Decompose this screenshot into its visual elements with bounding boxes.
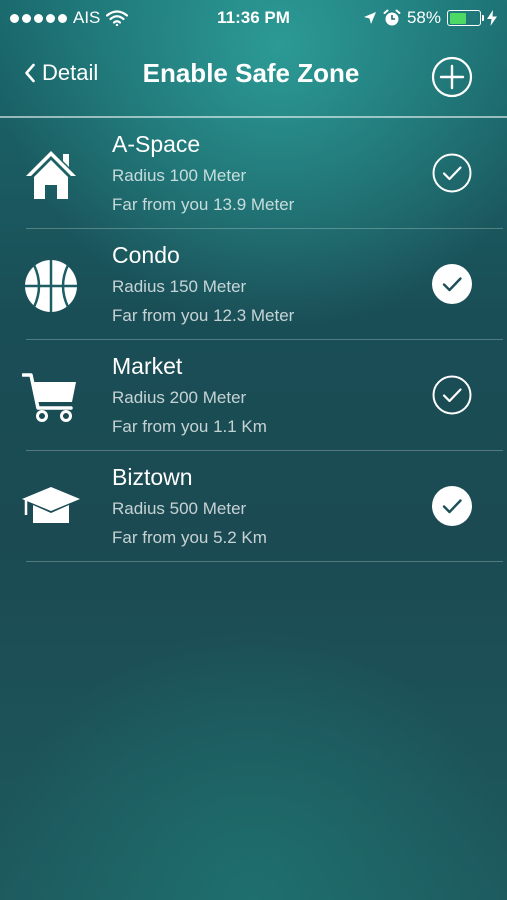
zone-text: Market Radius 200 Meter Far from you 1.1… [112,352,267,438]
zone-name: Condo [112,242,180,268]
graduation-cap-icon [22,487,80,523]
signal-strength-icon [10,13,67,23]
location-arrow-icon [363,12,376,24]
carrier-name: AIS [73,8,101,27]
check-circle-filled-icon[interactable] [432,486,472,526]
check-circle-outline-icon[interactable] [432,153,472,193]
cart-icon [22,373,76,422]
check-circle-filled-icon[interactable] [432,264,472,304]
plus-circle-icon [431,56,473,98]
zone-item-a-space[interactable]: A-Space Radius 100 Meter Far from you 13… [0,118,507,229]
check-circle-outline-icon[interactable] [432,375,472,415]
zone-name: Biztown [112,464,193,490]
charging-bolt-icon [487,10,497,26]
zone-distance: Far from you 5.2 Km [112,528,267,547]
zone-item-biztown[interactable]: Biztown Radius 500 Meter Far from you 5.… [0,451,507,562]
battery-percent: 58% [406,8,441,27]
zone-name: A-Space [112,131,201,157]
alarm-clock-icon [383,9,401,26]
status-left: AIS [10,8,129,28]
zone-item-market[interactable]: Market Radius 200 Meter Far from you 1.1… [0,340,507,451]
add-zone-button[interactable] [431,56,473,98]
zone-text: Condo Radius 150 Meter Far from you 12.3… [112,241,294,327]
page-title-text: Enable Safe Zone [142,58,360,88]
battery-icon [447,10,484,26]
safe-zone-list: A-Space Radius 100 Meter Far from you 13… [0,118,507,562]
zone-text: A-Space Radius 100 Meter Far from you 13… [112,130,294,216]
basketball-icon [25,260,77,312]
zone-text: Biztown Radius 500 Meter Far from you 5.… [112,463,267,549]
zone-radius: Radius 100 Meter [112,166,247,185]
zone-radius: Radius 150 Meter [112,277,247,296]
wifi-icon [106,10,129,26]
zone-distance: Far from you 12.3 Meter [112,306,295,325]
zone-item-condo[interactable]: Condo Radius 150 Meter Far from you 12.3… [0,229,507,340]
navigation-bar: Detail Enable Safe Zone [0,36,507,116]
status-bar: AIS 11:36 PM 58% [0,0,507,36]
zone-name: Market [112,353,183,379]
zone-radius: Radius 200 Meter [112,388,247,407]
status-right: 58% [363,8,497,28]
zone-radius: Radius 500 Meter [112,499,247,518]
zone-distance: Far from you 13.9 Meter [112,195,295,214]
house-icon [26,151,76,199]
battery-fill [449,12,467,24]
zone-distance: Far from you 1.1 Km [112,417,267,436]
